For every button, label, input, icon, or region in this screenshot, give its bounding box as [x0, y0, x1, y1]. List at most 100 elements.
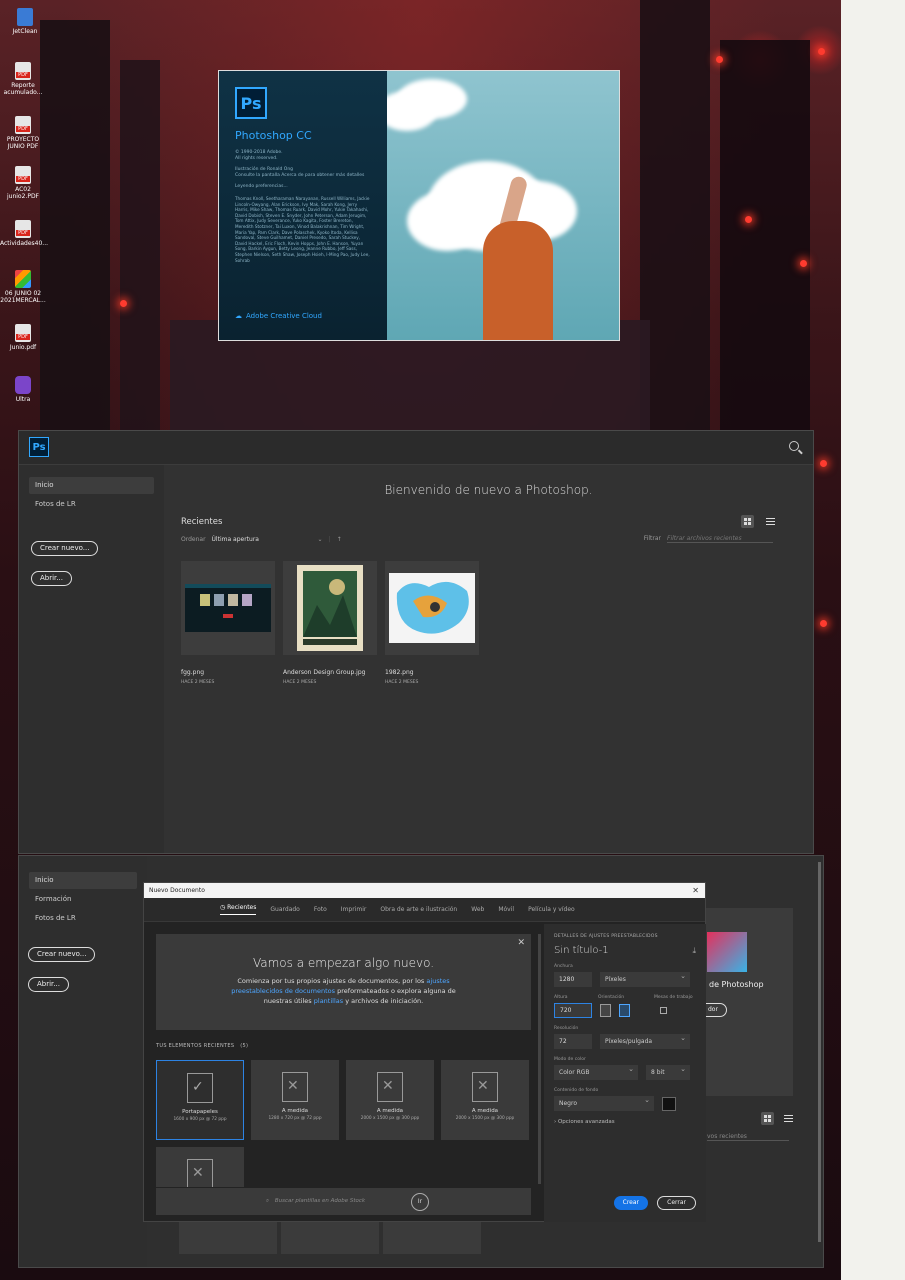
home-topbar: Ps [19, 431, 813, 465]
close-button[interactable]: Cerrar [657, 1196, 696, 1210]
sidebar-item-inicio[interactable]: Inicio [29, 872, 137, 889]
sort-direction-icon[interactable]: ↑ [337, 536, 342, 543]
sidebar-item-fotos-lr[interactable]: Fotos de LR [29, 910, 137, 927]
desktop-icon[interactable]: 06 JUNIO 02 2021MERCAL... [0, 270, 46, 304]
orientation-label: Orientación [598, 995, 625, 1000]
desktop-icon[interactable]: PROYECTO JUNIO PDF [0, 116, 46, 150]
preset-size: 1600 x 900 px @ 72 ppp [173, 1117, 227, 1122]
tab-web[interactable]: Web [471, 906, 484, 913]
portrait-orientation-button[interactable] [600, 1004, 611, 1017]
tab-movil[interactable]: Móvil [498, 906, 514, 913]
tab-imprimir[interactable]: Imprimir [341, 906, 367, 913]
recent-items-heading: TUS ELEMENTOS RECIENTES (5) [156, 1043, 248, 1049]
home-sidebar: Inicio Formación Fotos de LR Crear nuevo… [19, 856, 147, 1267]
creative-cloud-icon: ☁ [235, 312, 242, 320]
list-view-icon[interactable] [782, 1112, 795, 1125]
filter-input[interactable]: vos recientes [707, 1133, 789, 1141]
background-color-swatch[interactable] [662, 1096, 676, 1111]
file-date: HACE 2 MESES [181, 680, 215, 685]
custom-document-icon [282, 1072, 308, 1102]
sidebar-item-inicio[interactable]: Inicio [29, 477, 154, 494]
list-view-icon[interactable] [764, 515, 777, 528]
filter-label: Filtrar [643, 535, 661, 542]
search-go-button[interactable]: Ir [411, 1193, 429, 1211]
color-mode-select[interactable]: Color RGB [554, 1062, 638, 1080]
create-button[interactable]: Crear [613, 1196, 648, 1210]
desktop-icon[interactable]: JetClean [2, 8, 48, 35]
close-icon[interactable]: ✕ [517, 938, 525, 948]
filter-input[interactable]: Filtrar archivos recientes [667, 535, 773, 543]
file-date: HACE 2 MESES [385, 680, 419, 685]
sidebar-item-fotos-lr[interactable]: Fotos de LR [29, 496, 154, 513]
chevron-down-icon[interactable]: ⌄ [318, 536, 323, 543]
preset-card[interactable]: A medida 2000 x 1500 px @ 300 ppp [441, 1060, 529, 1140]
close-icon[interactable]: ✕ [692, 883, 699, 898]
preset-card[interactable]: Portapapeles 1600 x 900 px @ 72 ppp [156, 1060, 244, 1140]
templates-link[interactable]: plantillas [314, 997, 343, 1005]
scrollbar[interactable] [818, 862, 821, 1242]
splash-artwork [387, 71, 619, 340]
landscape-orientation-button[interactable] [619, 1004, 630, 1017]
preset-name: Portapapeles [182, 1109, 218, 1115]
width-input[interactable]: 1280 [554, 972, 592, 987]
pdf-icon [15, 166, 31, 184]
background-select[interactable]: Negro [554, 1093, 654, 1111]
artboards-checkbox[interactable] [660, 1007, 667, 1014]
width-unit-select[interactable]: Píxeles [600, 969, 690, 987]
tab-obra-de-arte[interactable]: Obra de arte e ilustración [380, 906, 457, 913]
bit-depth-select[interactable]: 8 bit [646, 1062, 690, 1080]
create-new-button[interactable]: Crear nuevo... [31, 541, 99, 556]
recent-file[interactable]: Anderson Design Group.jpg HACE 2 MESES [283, 561, 377, 685]
width-label: Anchura [554, 964, 573, 969]
tab-pelicula-video[interactable]: Película y vídeo [528, 906, 575, 913]
search-icon: ⌕ [266, 1198, 270, 1204]
file-thumbnail [283, 561, 377, 655]
preset-card[interactable]: A medida 2000 x 1500 px @ 300 ppp [346, 1060, 434, 1140]
desktop-icon-label: Reporte acumulado... [3, 82, 43, 96]
height-input[interactable]: 720 [554, 1003, 592, 1018]
create-new-button[interactable]: Crear nuevo... [28, 947, 96, 962]
preset-card[interactable]: A medida 1280 x 720 px @ 72 ppp [251, 1060, 339, 1140]
sidebar-item-formacion[interactable]: Formación [29, 891, 137, 908]
save-preset-icon[interactable]: ⤓ [692, 946, 696, 956]
desktop-icon[interactable]: Reporte acumulado... [0, 62, 46, 96]
document-name-input[interactable]: Sin título-1 [554, 945, 609, 956]
grid-view-icon[interactable] [741, 515, 754, 528]
intro-title: Vamos a empezar algo nuevo. [252, 956, 435, 970]
desktop-icon-label: AC02 junio2.PDF [6, 186, 40, 200]
height-label: Altura [554, 995, 568, 1000]
chevron-right-icon: › [554, 1119, 557, 1125]
desktop-icon[interactable]: Actividades40... [0, 220, 48, 247]
dialog-title: Nuevo Documento [149, 887, 205, 894]
welcome-heading: Bienvenido de nuevo a Photoshop. [384, 483, 593, 497]
open-button[interactable]: Abrir... [28, 977, 69, 992]
tab-guardado[interactable]: Guardado [270, 906, 299, 913]
tab-foto[interactable]: Foto [314, 906, 327, 913]
desktop-icon[interactable]: AC02 junio2.PDF [0, 166, 46, 200]
desktop-icon-label: PROYECTO JUNIO PDF [6, 136, 40, 150]
splash-copyright: © 1990-2018 Adobe. All rights reserved. … [235, 150, 371, 190]
search-icon[interactable] [789, 441, 799, 451]
stock-search-input[interactable]: Buscar plantillas en Adobe Stock [275, 1198, 365, 1204]
resolution-input[interactable]: 72 [554, 1034, 592, 1049]
scrollbar[interactable] [538, 934, 541, 1184]
desktop-icon[interactable]: Ultra [0, 376, 46, 403]
resolution-label: Resolución [554, 1026, 579, 1031]
grid-view-icon[interactable] [761, 1112, 774, 1125]
advanced-options-toggle[interactable]: › Opciones avanzadas [554, 1119, 696, 1125]
splash-credits: Thomas Knoll, Seetharaman Narayanan, Rus… [235, 196, 370, 263]
creative-cloud-text: Adobe Creative Cloud [246, 312, 322, 320]
photoshop-logo-icon[interactable]: Ps [29, 437, 49, 457]
preset-card[interactable] [156, 1147, 244, 1187]
open-button[interactable]: Abrir... [31, 571, 72, 586]
photoshop-home-window: Ps Inicio Fotos de LR Crear nuevo... Abr… [18, 430, 814, 854]
desktop-icon[interactable]: Junio.pdf [0, 324, 46, 351]
recent-files-grid: fgg.png HACE 2 MESES Anderson Design Gro… [181, 561, 479, 685]
recent-file[interactable]: 1982.png HACE 2 MESES [385, 561, 479, 685]
sort-select[interactable]: Última apertura [212, 536, 312, 543]
recent-file[interactable]: fgg.png HACE 2 MESES [181, 561, 275, 685]
tab-recientes[interactable]: ◷ Recientes [220, 904, 257, 915]
resolution-unit-select[interactable]: Píxeles/pulgada [600, 1031, 690, 1049]
preset-size: 1280 x 720 px @ 72 ppp [268, 1116, 322, 1121]
preset-name: A medida [471, 1108, 499, 1114]
